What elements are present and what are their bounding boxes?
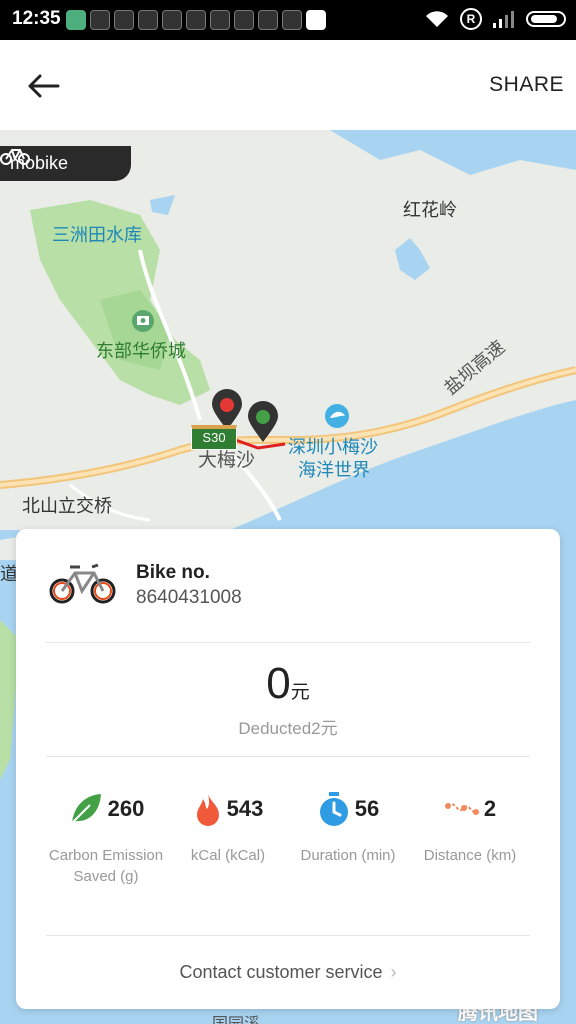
flame-icon [196,793,219,826]
app-notification-icon [234,10,254,30]
trip-summary-card: Bike no. 8640431008 0元 Deducted2元 260 Ca… [16,529,560,1009]
status-time: 12:35 [12,8,61,29]
notification-icons [66,10,326,30]
fare-unit: 元 [290,681,310,703]
back-button[interactable] [24,66,64,106]
stat-value: 2 [483,796,497,821]
app-notification-icon [282,10,302,30]
stat-calories: 543 kCal (kCal) [168,787,288,866]
contact-label: Contact customer service [179,962,383,982]
stat-carbon: 260 Carbon Emission Saved (g) [46,787,166,887]
stat-distance: 2 Distance (km) [410,787,530,866]
app-notification-icon [114,10,134,30]
back-arrow-icon [28,74,60,98]
app-notification-icon [138,10,158,30]
app-notification-icon [258,10,278,30]
bike-title: Bike no. [136,562,210,583]
battery-icon [526,11,566,27]
chevron-right-icon: › [390,962,397,982]
app-notification-icon [186,10,206,30]
top-app-bar: SHARE [0,40,576,130]
road-shield: S30 [191,425,237,450]
wifi-icon [426,11,448,27]
app-notification-icon [90,10,110,30]
deducted-amount: Deducted2元 [238,719,338,738]
scenic-spot-icon [132,310,154,332]
stopwatch-icon [319,792,348,826]
stat-label: Distance (km) [423,847,517,864]
route-icon [444,803,479,815]
stat-value: 56 [354,796,380,821]
fare: 0元 [16,659,560,709]
status-bar: 12:35 R [0,0,576,40]
share-button[interactable]: SHARE [489,73,564,97]
mobike-logo: mobike [0,146,131,181]
play-store-icon [306,10,326,30]
map-label-interchange: 北山立交桥 [22,496,112,517]
stat-label: Duration (min) [300,847,396,864]
divider [46,935,530,936]
system-icons: R [424,8,566,30]
divider [46,756,530,757]
contact-customer-service-link[interactable]: Contact customer service › [16,962,560,983]
bike-number: 8640431008 [136,587,242,608]
leaf-icon [70,794,101,824]
shield-icon [66,10,86,30]
app-notification-icon [162,10,182,30]
aquarium-icon [325,404,349,428]
map-label-reservoir: 三洲田水库 [52,225,142,246]
fare-amount: 0 [266,659,291,708]
map-label-bottom: 国园溪 [212,1014,261,1024]
stat-label: Carbon Emission Saved (g) [48,847,164,885]
map-label-park: 东部华侨城 [96,341,186,362]
divider [46,642,530,643]
stat-label: kCal (kCal) [190,847,266,864]
signal-icon [493,11,514,28]
registered-icon: R [460,8,482,30]
bicycle-icon [0,149,30,165]
bike-icon [49,563,116,604]
app-notification-icon [210,10,230,30]
stat-value: 260 [107,796,145,821]
stat-duration: 56 Duration (min) [288,787,408,866]
stat-value: 543 [226,796,264,821]
map-label-aquarium-2: 海洋世界 [298,460,370,481]
map-label-village: 红花岭 [403,200,457,221]
